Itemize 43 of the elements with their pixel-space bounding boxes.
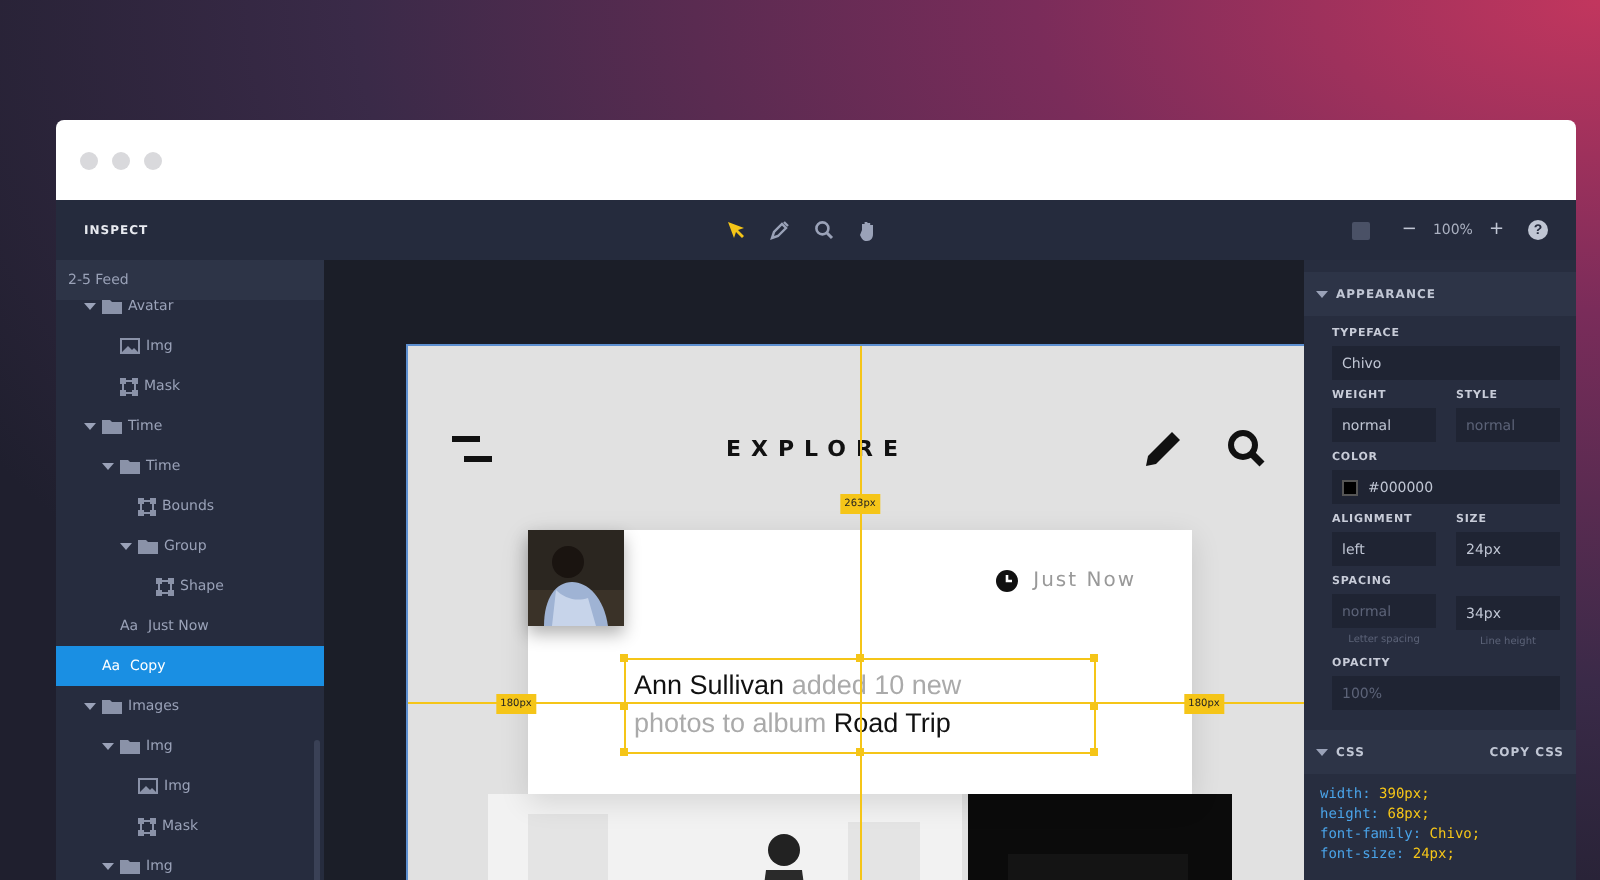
tool-button[interactable] xyxy=(724,218,748,242)
eyedropper-icon xyxy=(770,220,790,240)
window-dot[interactable] xyxy=(112,151,130,169)
frame-icon xyxy=(120,377,138,395)
zoom-out-button[interactable]: − xyxy=(1401,220,1417,240)
image-icon xyxy=(138,778,158,794)
caret-icon[interactable] xyxy=(120,540,132,552)
color-swatch[interactable] xyxy=(1342,479,1358,495)
folder-icon xyxy=(120,458,140,474)
caret-icon[interactable] xyxy=(102,740,114,752)
caret-icon[interactable] xyxy=(1316,288,1328,300)
resize-handle[interactable] xyxy=(1090,654,1098,662)
zoom-in-button[interactable]: + xyxy=(1488,220,1504,240)
pointer-icon xyxy=(726,220,746,240)
device-icon[interactable] xyxy=(1351,221,1370,239)
tool-button[interactable] xyxy=(768,218,792,242)
post-time: Just Now xyxy=(1033,570,1136,592)
hand-icon xyxy=(858,219,878,241)
resize-handle[interactable] xyxy=(620,654,628,662)
window-dot[interactable] xyxy=(144,151,162,169)
menu-icon xyxy=(452,435,492,461)
search-icon xyxy=(814,220,834,240)
frame-icon xyxy=(138,817,156,835)
frame-icon xyxy=(138,497,156,515)
caret-icon[interactable] xyxy=(84,700,96,712)
folder-icon xyxy=(120,738,140,754)
caret-icon[interactable] xyxy=(102,460,114,472)
folder-icon xyxy=(120,858,140,874)
folder-icon xyxy=(102,698,122,714)
pencil-icon xyxy=(1142,426,1186,470)
caret-icon[interactable] xyxy=(1316,746,1328,758)
frame-icon xyxy=(156,577,174,595)
tool-button[interactable] xyxy=(812,218,836,242)
folder-icon xyxy=(138,538,158,554)
clock-icon xyxy=(995,570,1018,592)
search-icon xyxy=(1226,428,1266,468)
caret-icon[interactable] xyxy=(84,420,96,432)
resize-handle[interactable] xyxy=(1090,748,1098,756)
window-dot[interactable] xyxy=(80,151,98,169)
resize-handle[interactable] xyxy=(620,748,628,756)
caret-icon[interactable] xyxy=(102,860,114,872)
image-icon xyxy=(120,338,140,354)
folder-icon xyxy=(102,418,122,434)
